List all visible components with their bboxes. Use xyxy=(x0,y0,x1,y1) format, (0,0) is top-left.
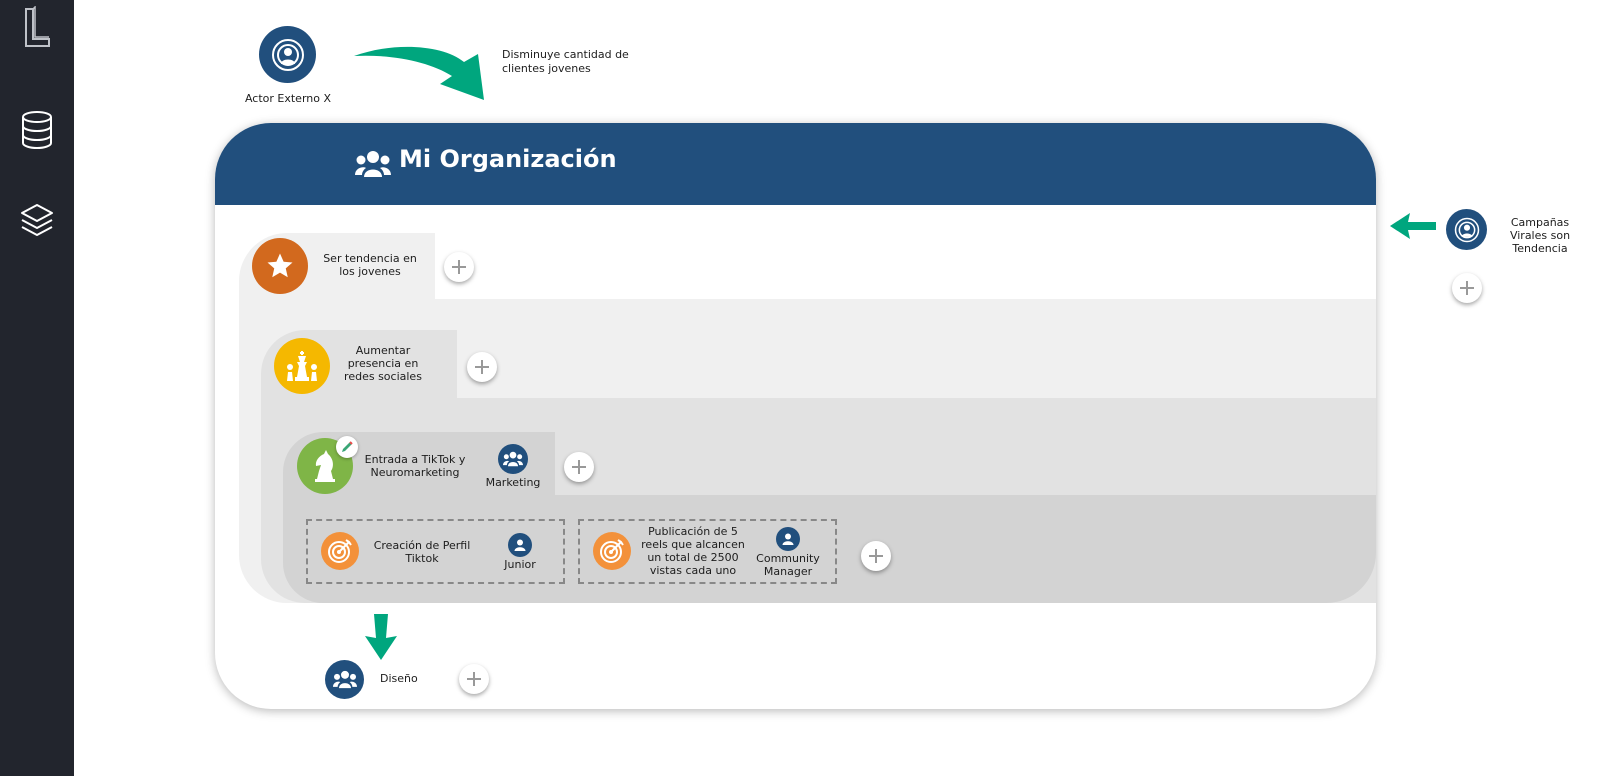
level-1-gap xyxy=(435,205,1376,299)
down-arrow-icon xyxy=(365,614,397,660)
add-activity-button[interactable] xyxy=(861,541,891,571)
activity-card-1[interactable]: Creación de Perfil Tiktok Junior xyxy=(306,519,565,584)
trend-actor-label: Campañas Virales son Tendencia xyxy=(1509,216,1571,255)
objective-2-label: Aumentar presencia en redes sociales xyxy=(344,344,422,383)
trend-actor-icon[interactable] xyxy=(1446,209,1487,250)
marketing-team-icon[interactable] xyxy=(498,444,528,474)
activity-card-2[interactable]: Publicación de 5 reels que alcancen un t… xyxy=(578,519,837,584)
junior-role-icon xyxy=(508,533,532,557)
design-team-label: Diseño xyxy=(380,672,418,685)
objective-3-label: Entrada a TikTok y Neuromarketing xyxy=(364,453,466,479)
database-icon[interactable] xyxy=(17,110,57,150)
impact-arrow-icon xyxy=(354,46,484,100)
external-actor-icon[interactable] xyxy=(259,26,316,83)
design-team-icon[interactable] xyxy=(325,660,364,699)
team-icon xyxy=(355,151,391,177)
organization-title: Mi Organización xyxy=(399,145,617,173)
add-objective-1-button[interactable] xyxy=(444,252,474,282)
junior-role-label: Junior xyxy=(504,558,536,571)
objective-1-label: Ser tendencia en los jovenes xyxy=(323,252,417,278)
external-actor-message: Disminuye cantidad de clientes jovenes xyxy=(502,48,629,75)
sidebar xyxy=(0,0,74,776)
layers-icon[interactable] xyxy=(17,201,57,241)
community-manager-role-icon xyxy=(776,527,800,551)
incoming-arrow-icon xyxy=(1390,213,1436,239)
external-actor-label: Actor Externo X xyxy=(244,92,332,105)
add-objective-3-button[interactable] xyxy=(564,452,594,482)
organization-header: Mi Organización xyxy=(215,123,1376,205)
marketing-team-label: Marketing xyxy=(485,476,541,489)
add-objective-2-button[interactable] xyxy=(467,352,497,382)
organization-card: Mi Organización Ser tendencia en los jov… xyxy=(215,123,1376,709)
app-logo-icon[interactable] xyxy=(17,6,57,48)
activity-2-label: Publicación de 5 reels que alcancen un t… xyxy=(641,525,745,577)
chess-pieces-icon[interactable] xyxy=(274,338,330,394)
level-2-gap xyxy=(457,323,1376,398)
add-team-button[interactable] xyxy=(459,664,489,694)
edit-icon[interactable] xyxy=(336,436,358,458)
community-manager-role-label: Community Manager xyxy=(756,552,820,578)
target-icon xyxy=(321,532,359,570)
level-3-gap xyxy=(555,423,1376,495)
star-icon[interactable] xyxy=(252,238,308,294)
target-icon xyxy=(593,532,631,570)
add-actor-button[interactable] xyxy=(1452,273,1482,303)
activity-1-label: Creación de Perfil Tiktok xyxy=(373,539,471,565)
